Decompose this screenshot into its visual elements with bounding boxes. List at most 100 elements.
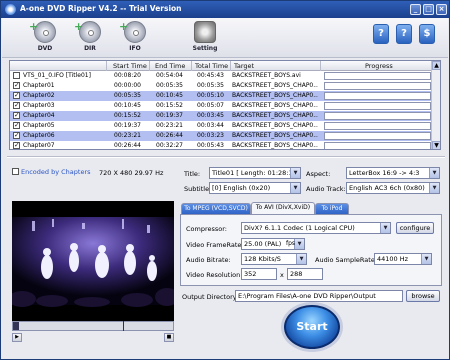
table-row[interactable]: ✓ Chapter03 00:10:45 00:15:52 00:05:07 B… bbox=[10, 101, 433, 111]
table-row[interactable]: VTS_01_0.IFO [Title01] 00:08:20 00:54:04… bbox=[10, 71, 433, 81]
output-directory-input[interactable]: E:\Program Files\A-one DVD Ripper\Output bbox=[235, 290, 403, 302]
close-button[interactable]: × bbox=[436, 4, 447, 15]
about-button[interactable]: ? bbox=[396, 24, 412, 44]
row-end: 00:54:04 bbox=[156, 72, 183, 79]
seek-bar[interactable] bbox=[12, 321, 174, 331]
resolution-height-input[interactable]: 288 bbox=[287, 268, 323, 280]
row-total: 00:03:45 bbox=[197, 112, 224, 119]
row-checkbox[interactable]: ✓ bbox=[13, 122, 20, 129]
row-checkbox[interactable]: ✓ bbox=[13, 92, 20, 99]
help-button[interactable]: ? bbox=[373, 24, 389, 44]
buy-button[interactable]: $ bbox=[419, 24, 435, 44]
setting-button[interactable]: Setting bbox=[188, 21, 222, 55]
configure-button[interactable]: configure bbox=[396, 222, 434, 234]
tab-avi[interactable]: To AVI (DivX,XviD) bbox=[251, 202, 315, 214]
seek-marker[interactable] bbox=[123, 321, 124, 331]
table-row[interactable]: ✓ Chapter02 00:05:35 00:10:45 00:05:10 B… bbox=[10, 91, 433, 101]
output-directory-label: Output Directory: bbox=[182, 293, 239, 301]
resolution-width-input[interactable]: 352 bbox=[241, 268, 277, 280]
row-checkbox[interactable] bbox=[13, 72, 20, 79]
framerate-select[interactable]: 25.00 (PAL) ▼ bbox=[241, 238, 305, 250]
divider bbox=[7, 156, 445, 158]
subtitle-label: Subtitle: bbox=[184, 185, 212, 193]
radio-icon[interactable] bbox=[12, 168, 19, 175]
row-name: Chapter02 bbox=[23, 92, 55, 99]
header-end-time[interactable]: End Time bbox=[155, 62, 185, 70]
row-checkbox[interactable]: ✓ bbox=[13, 112, 20, 119]
aspect-select-value: LetterBox 16:9 -> 4:3 bbox=[349, 169, 420, 177]
row-progress bbox=[324, 122, 431, 130]
row-target: BACKSTREET_BOYS_CHAP0... bbox=[232, 112, 318, 119]
chevron-down-icon[interactable]: ▼ bbox=[429, 183, 439, 193]
header-progress[interactable]: Progress bbox=[365, 62, 393, 70]
maximize-button[interactable]: □ bbox=[423, 4, 434, 15]
app-window: A-one DVD Ripper V4.2 -- Trial Version _… bbox=[0, 0, 450, 360]
row-checkbox[interactable]: ✓ bbox=[13, 82, 20, 89]
row-target: BACKSTREET_BOYS_CHAP0... bbox=[232, 82, 318, 89]
table-scrollbar[interactable]: ▲ ▼ bbox=[431, 61, 440, 149]
row-end: 00:23:21 bbox=[156, 122, 183, 129]
window-title: A-one DVD Ripper V4.2 -- Trial Version bbox=[20, 4, 182, 13]
row-progress bbox=[324, 132, 431, 140]
tab-ipod[interactable]: To iPod bbox=[315, 203, 349, 214]
open-dir-button[interactable]: + DIR bbox=[73, 20, 107, 55]
audio-bitrate-select[interactable]: 128 Kbits/S ▼ bbox=[241, 253, 307, 265]
column-divider bbox=[320, 61, 321, 71]
chevron-down-icon[interactable]: ▼ bbox=[421, 254, 431, 264]
open-ifo-label: IFO bbox=[129, 45, 141, 52]
gear-icon bbox=[194, 21, 216, 43]
compressor-label: Compressor: bbox=[186, 225, 227, 233]
chevron-down-icon[interactable]: ▼ bbox=[380, 223, 390, 233]
compressor-select[interactable]: DivX? 6.1.1 Codec (1 Logical CPU) ▼ bbox=[241, 222, 391, 234]
row-checkbox[interactable]: ✓ bbox=[13, 142, 20, 149]
resolution-separator: x bbox=[280, 271, 284, 279]
row-total: 00:45:43 bbox=[197, 72, 224, 79]
row-target: BACKSTREET_BOYS.avi bbox=[232, 72, 301, 79]
header-target[interactable]: Target bbox=[234, 62, 254, 70]
aspect-select[interactable]: LetterBox 16:9 -> 4:3 ▼ bbox=[346, 167, 440, 179]
row-end: 00:10:45 bbox=[156, 92, 183, 99]
table-row[interactable]: ✓ Chapter01 00:00:00 00:05:35 00:05:35 B… bbox=[10, 81, 433, 91]
chapter-table: Start Time End Time Total Time Target Pr… bbox=[9, 60, 441, 150]
row-total: 00:03:44 bbox=[197, 122, 224, 129]
open-dvd-button[interactable]: + DVD bbox=[28, 20, 62, 55]
encoded-by-chapters-option[interactable]: Encoded by Chapters bbox=[12, 168, 91, 176]
stop-icon[interactable]: ■ bbox=[164, 333, 174, 342]
header-start-time[interactable]: Start Time bbox=[113, 62, 147, 70]
header-total-time[interactable]: Total Time bbox=[195, 62, 228, 70]
title-select[interactable]: Title01 [ Length: 01:28:11 ] ▼ bbox=[209, 167, 301, 179]
app-icon bbox=[5, 4, 16, 15]
audio-track-select[interactable]: English AC3 6ch (0x80) ▼ bbox=[346, 182, 440, 194]
title-bar: A-one DVD Ripper V4.2 -- Trial Version _… bbox=[1, 1, 449, 18]
samplerate-select-value: 44100 Hz bbox=[377, 255, 409, 263]
open-ifo-button[interactable]: + IFO bbox=[118, 20, 152, 55]
table-row[interactable]: ✓ Chapter04 00:15:52 00:19:37 00:03:45 B… bbox=[10, 111, 433, 121]
chevron-down-icon[interactable]: ▼ bbox=[290, 183, 300, 193]
row-checkbox[interactable]: ✓ bbox=[13, 102, 20, 109]
row-name: Chapter07 bbox=[23, 142, 55, 149]
table-row[interactable]: ✓ Chapter07 00:26:44 00:32:27 00:05:43 B… bbox=[10, 141, 433, 149]
scroll-up-icon[interactable]: ▲ bbox=[432, 61, 440, 70]
add-icon: + bbox=[119, 20, 129, 33]
row-progress bbox=[324, 112, 431, 120]
start-button[interactable]: Start bbox=[284, 305, 340, 349]
samplerate-select[interactable]: 44100 Hz ▼ bbox=[374, 253, 432, 265]
row-checkbox[interactable]: ✓ bbox=[13, 132, 20, 139]
chevron-down-icon[interactable]: ▼ bbox=[296, 254, 306, 264]
subtitle-select[interactable]: [0] English (0x20) ▼ bbox=[209, 182, 301, 194]
chevron-down-icon[interactable]: ▼ bbox=[290, 168, 300, 178]
play-icon[interactable]: ▶ bbox=[12, 333, 22, 342]
aspect-label: Aspect: bbox=[306, 170, 331, 178]
table-row[interactable]: ✓ Chapter05 00:19:37 00:23:21 00:03:44 B… bbox=[10, 121, 433, 131]
seek-handle[interactable] bbox=[13, 322, 19, 330]
scroll-down-icon[interactable]: ▼ bbox=[432, 141, 440, 149]
chevron-down-icon[interactable]: ▼ bbox=[294, 239, 304, 249]
table-row[interactable]: ✓ Chapter06 00:23:21 00:26:44 00:03:23 B… bbox=[10, 131, 433, 141]
chevron-down-icon[interactable]: ▼ bbox=[429, 168, 439, 178]
browse-button[interactable]: browse bbox=[406, 290, 440, 302]
minimize-button[interactable]: _ bbox=[410, 4, 421, 15]
open-dir-label: DIR bbox=[84, 45, 96, 52]
row-target: BACKSTREET_BOYS_CHAP0... bbox=[232, 122, 318, 129]
row-total: 00:05:43 bbox=[197, 142, 224, 149]
tab-mpeg[interactable]: To MPEG (VCD,SVCD) bbox=[181, 203, 251, 214]
